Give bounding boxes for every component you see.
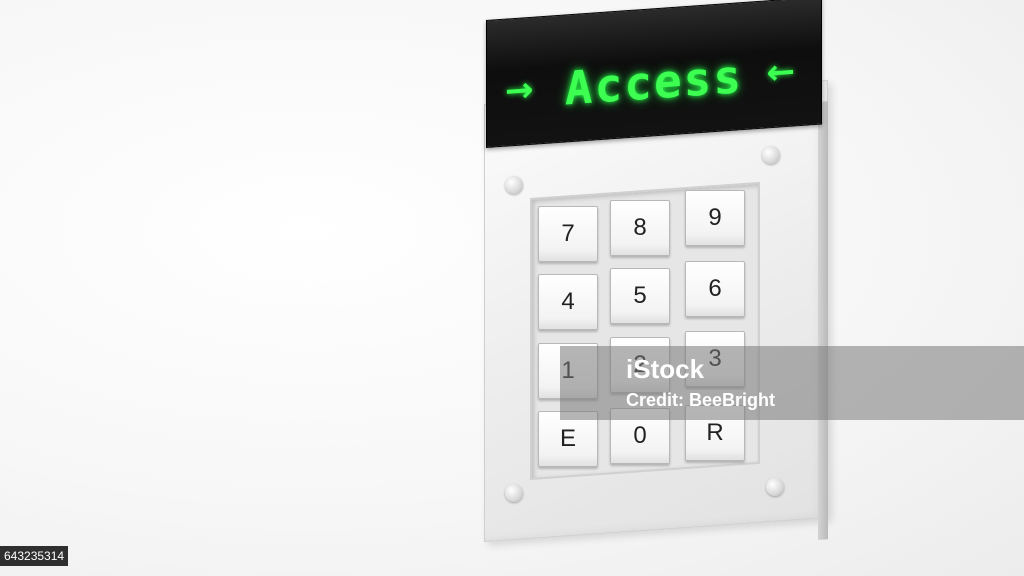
screw-icon [505,484,523,502]
watermark-logo: iStock [626,354,705,384]
image-id-label: 643235314 [0,546,69,566]
arrow-left-icon: ← [766,51,796,94]
key-7[interactable]: 7 [538,206,598,262]
key-9[interactable]: 9 [685,190,745,246]
led-display: → Access ← [486,0,822,148]
watermark: iStock Credit: BeeBright [560,346,1024,420]
key-8[interactable]: 8 [610,200,670,256]
key-5[interactable]: 5 [610,268,670,324]
screw-icon [762,146,780,164]
screw-icon [766,478,784,496]
key-6[interactable]: 6 [685,261,745,317]
screw-icon [505,176,523,194]
watermark-credit: Credit: BeeBright [626,390,776,410]
panel-side-edge [818,101,828,541]
scene: → Access ← 7 8 9 4 5 6 1 2 3 E 0 R iStoc… [0,0,1024,576]
key-4[interactable]: 4 [538,274,598,330]
